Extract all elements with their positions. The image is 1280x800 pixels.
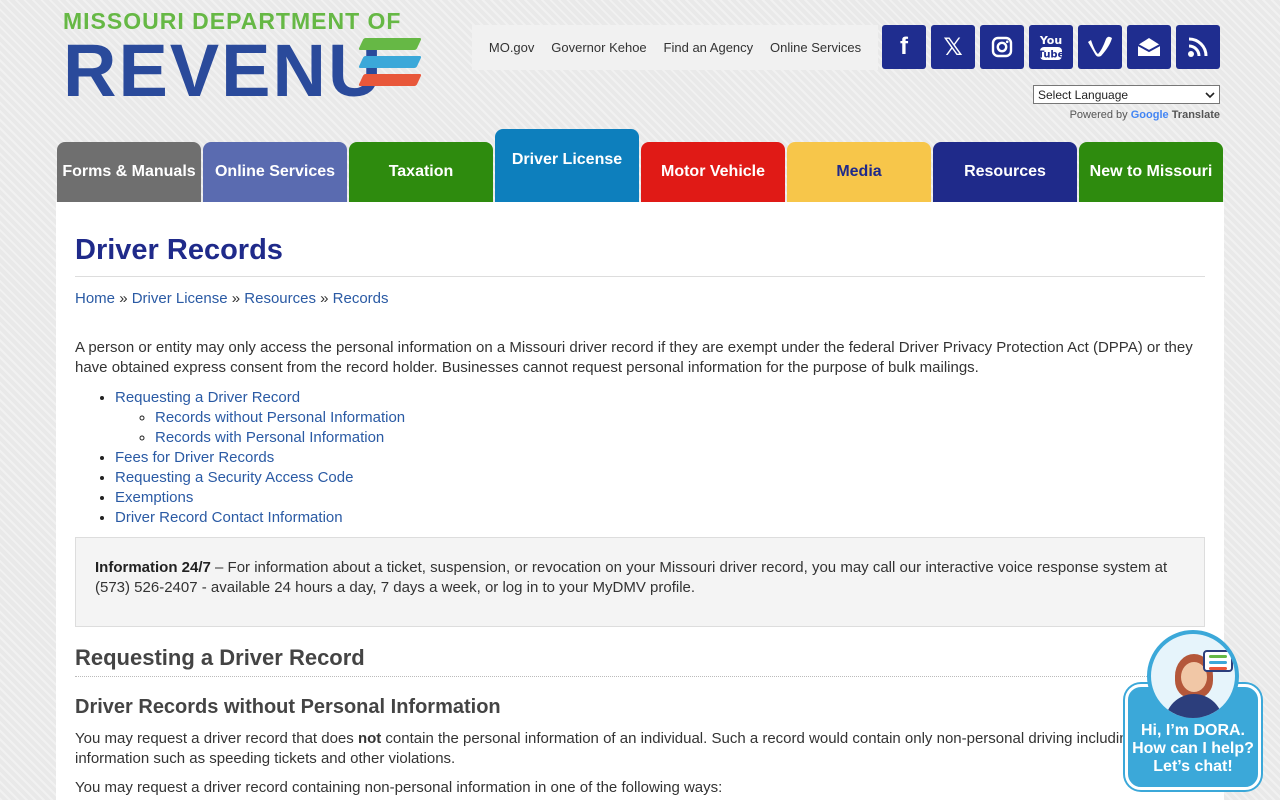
chevron-down-icon	[1205, 91, 1215, 98]
x-twitter-icon[interactable]: 𝕏	[931, 25, 975, 69]
top-links: MO.gov Governor Kehoe Find an Agency Onl…	[472, 25, 878, 70]
instagram-icon[interactable]	[980, 25, 1024, 69]
list-item: Records without Personal Information	[155, 408, 405, 428]
chat-line: Let’s chat!	[1153, 758, 1233, 775]
vimeo-icon[interactable]	[1078, 25, 1122, 69]
svg-text:Tube: Tube	[1038, 50, 1065, 61]
language-select[interactable]: Select Language	[1033, 85, 1220, 104]
list-item: Records with Personal Information	[155, 428, 405, 448]
rss-icon[interactable]	[1176, 25, 1220, 69]
info-box: Information 24/7 – For information about…	[75, 537, 1205, 627]
table-of-contents: Requesting a Driver Record Records witho…	[115, 388, 405, 528]
breadcrumb-home[interactable]: Home	[75, 290, 115, 307]
tab-media[interactable]: Media	[787, 142, 931, 202]
body-paragraph: You may request a driver record that doe…	[75, 729, 1155, 769]
list-item: Requesting a Driver Record Records witho…	[115, 388, 405, 448]
list-item: Driver Record Contact Information	[115, 508, 405, 528]
social-links: f 𝕏 You Tube	[882, 25, 1220, 69]
chat-line: Hi, I’m DORA.	[1140, 722, 1245, 739]
body-text: You may request a driver record that doe…	[75, 730, 358, 747]
logo-revenue-text: REVENU	[63, 29, 384, 112]
tab-resources[interactable]: Resources	[933, 142, 1077, 202]
toc-exemptions[interactable]: Exemptions	[115, 489, 193, 506]
link-governor[interactable]: Governor Kehoe	[551, 40, 646, 55]
toc-with-personal-info[interactable]: Records with Personal Information	[155, 429, 384, 446]
svg-text:You: You	[1039, 34, 1062, 47]
breadcrumb-driver-license[interactable]: Driver License	[132, 290, 228, 307]
tab-online-services[interactable]: Online Services	[203, 142, 347, 202]
breadcrumb-separator: »	[231, 290, 241, 307]
google-logo: Google	[1130, 109, 1169, 121]
site-logo[interactable]: MISSOURI DEPARTMENT OF REVENU	[63, 8, 423, 108]
subsection-heading: Driver Records without Personal Informat…	[75, 696, 501, 718]
breadcrumb-resources[interactable]: Resources	[244, 290, 316, 307]
google-translate-credit: Powered by Google Translate	[1070, 109, 1220, 121]
chat-prompt: Hi, I’m DORA. How can I help? Let’s chat…	[1125, 722, 1261, 776]
speech-bubble-icon	[1203, 650, 1233, 672]
tab-taxation[interactable]: Taxation	[349, 142, 493, 202]
link-mo-gov[interactable]: MO.gov	[489, 40, 535, 55]
tab-new-to-missouri[interactable]: New to Missouri	[1079, 142, 1223, 202]
toc-without-personal-info[interactable]: Records without Personal Information	[155, 409, 405, 426]
body-paragraph: You may request a driver record containi…	[75, 779, 723, 796]
info-text: – For information about a ticket, suspen…	[95, 559, 1168, 596]
breadcrumb-separator: »	[320, 290, 329, 307]
list-item: Fees for Driver Records	[115, 448, 405, 468]
chat-line: How can I help?	[1132, 740, 1254, 757]
toc-contact-information[interactable]: Driver Record Contact Information	[115, 509, 343, 526]
breadcrumb-separator: »	[119, 290, 128, 307]
section-heading: Requesting a Driver Record	[75, 645, 365, 670]
breadcrumb-records[interactable]: Records	[333, 290, 389, 307]
title-divider	[75, 276, 1205, 277]
link-find-agency[interactable]: Find an Agency	[664, 40, 754, 55]
page-title: Driver Records	[75, 234, 283, 266]
main-content: Driver Records Home » Driver License » R…	[56, 202, 1224, 800]
tab-forms-manuals[interactable]: Forms & Manuals	[57, 142, 201, 202]
dora-avatar	[1147, 630, 1239, 722]
list-item: Exemptions	[115, 488, 405, 508]
toc-requesting-record[interactable]: Requesting a Driver Record	[115, 389, 300, 406]
facebook-icon[interactable]: f	[882, 25, 926, 69]
translate-link[interactable]: Translate	[1172, 109, 1220, 121]
powered-by-text: Powered by	[1069, 109, 1128, 121]
breadcrumb: Home » Driver License » Resources » Reco…	[75, 290, 389, 307]
list-item: Requesting a Security Access Code	[115, 468, 405, 488]
language-select-label: Select Language	[1038, 87, 1129, 102]
main-nav: Forms & Manuals Online Services Taxation…	[57, 129, 1223, 202]
toc-security-access-code[interactable]: Requesting a Security Access Code	[115, 469, 353, 486]
dora-chat-widget[interactable]: Hi, I’m DORA. How can I help? Let’s chat…	[1125, 628, 1261, 790]
youtube-icon[interactable]: You Tube	[1029, 25, 1073, 69]
email-icon[interactable]	[1127, 25, 1171, 69]
link-online-services[interactable]: Online Services	[770, 40, 861, 55]
toc-fees[interactable]: Fees for Driver Records	[115, 449, 274, 466]
body-emphasis: not	[357, 730, 382, 747]
logo-stripes-icon	[358, 38, 422, 92]
section-divider	[75, 676, 1205, 677]
info-label: Information 24/7	[95, 559, 211, 576]
tab-motor-vehicle[interactable]: Motor Vehicle	[641, 142, 785, 202]
tab-driver-license[interactable]: Driver License	[495, 129, 639, 202]
intro-paragraph: A person or entity may only access the p…	[75, 339, 1193, 376]
